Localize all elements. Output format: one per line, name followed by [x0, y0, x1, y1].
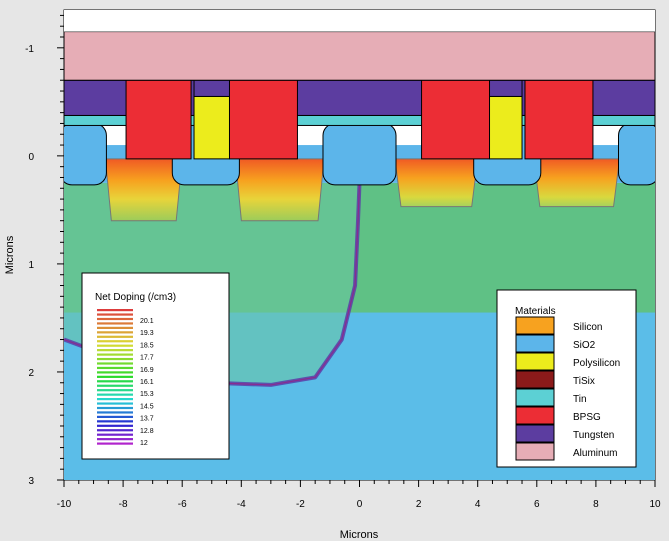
doping-scale-label: 12.8: [140, 428, 154, 435]
material-label-tungsten: Tungsten: [573, 430, 614, 441]
doping-scale-label: 20.1: [140, 318, 154, 325]
doping-scale-bar: [97, 357, 133, 361]
doping-scale-label: 15.3: [140, 391, 154, 398]
material-label-tin: Tin: [573, 394, 587, 405]
material-swatch-sio2: [515, 334, 555, 353]
doping-scale-bar: [97, 433, 133, 436]
doping-scale-bar: [97, 424, 133, 427]
doping-scale-bar: [97, 384, 133, 387]
doping-scale-bar: [97, 309, 133, 312]
material-label-silicon: Silicon: [573, 322, 602, 333]
doping-scale-bar: [97, 344, 133, 347]
material-swatch-tungsten: [515, 424, 555, 443]
doping-scale-bar: [97, 322, 133, 325]
polysilicon-gate-2: [489, 95, 523, 160]
doping-scale-bar: [97, 362, 133, 365]
material-swatch-tisix: [515, 370, 555, 389]
x-tick-label: -6: [178, 499, 187, 510]
doping-scale-bar: [97, 331, 133, 334]
doping-scale-bar: [97, 389, 133, 392]
doping-legend-title: Net Doping (/cm3): [95, 292, 176, 303]
x-tick-label: 4: [475, 499, 481, 510]
x-tick-label: 8: [593, 499, 599, 510]
material-swatch-silicon: [515, 316, 555, 335]
doping-cross-section-chart: -10 -8 -6 -4 -2 0 2 4 6 8 10-10123 Microns Microns…: [4, 9, 661, 541]
doped-well-2: [234, 158, 325, 222]
doping-scale-label: 12: [140, 440, 148, 447]
materials-legend-title: Materials: [515, 306, 556, 317]
material-label-bpsg: BPSG: [573, 412, 601, 423]
bpsg-block-2: [228, 79, 298, 160]
doping-scale-bar: [97, 313, 133, 316]
y-axis-label: Microns: [4, 235, 16, 274]
doping-scale-bar: [97, 349, 133, 352]
y-tick-label: 1: [28, 260, 34, 271]
doping-scale-bar: [97, 398, 133, 401]
doping-scale-bar: [97, 415, 133, 418]
gate-tungsten-cap-2: [489, 79, 523, 97]
oxide-cap-1: [64, 122, 107, 186]
doping-scale-label: 14.5: [140, 403, 154, 410]
x-tick-label: 2: [416, 499, 422, 510]
x-tick-label: -2: [296, 499, 305, 510]
x-tick-label: -10: [57, 499, 72, 510]
materials-legend: Materials Silicon SiO2 Polysilicon TiSix Tin…: [496, 289, 637, 468]
doping-scale-bar: [97, 380, 133, 383]
doping-scale-bar: [97, 317, 133, 321]
polysilicon-gate-1: [193, 95, 230, 160]
x-tick-label: -8: [119, 499, 128, 510]
doping-scale-bar: [97, 429, 133, 432]
doped-well-3: [394, 158, 479, 208]
doping-scale-bar: [97, 335, 133, 338]
doping-scale-bar: [97, 442, 133, 445]
x-axis-label: Microns: [340, 529, 379, 541]
doping-scale-bar: [97, 411, 133, 414]
doping-scale-label: 17.7: [140, 355, 154, 362]
doping-scale-bar: [97, 420, 133, 423]
material-label-sio2: SiO2: [573, 340, 596, 351]
x-tick-label: 10: [649, 499, 661, 510]
bpsg-block-4: [524, 79, 594, 160]
doped-well-1: [104, 158, 183, 222]
doping-scale-label: 19.3: [140, 330, 154, 337]
y-tick-label: -1: [25, 44, 34, 55]
top-background: [64, 10, 655, 32]
material-label-tisix: TiSix: [573, 376, 595, 387]
y-tick-label: 2: [28, 368, 34, 379]
material-swatch-polysilicon: [515, 352, 555, 371]
y-tick-label: 3: [28, 476, 34, 487]
material-label-aluminum: Aluminum: [573, 448, 617, 459]
material-swatch-bpsg: [515, 406, 555, 425]
doping-scale-bar: [97, 371, 133, 374]
doping-scale-bar: [97, 366, 133, 370]
doping-scale-bar: [97, 353, 133, 356]
material-swatch-tin: [515, 388, 555, 407]
gate-tungsten-cap-1: [193, 79, 230, 97]
doping-scale-label: 13.7: [140, 416, 154, 423]
material-label-polysilicon: Polysilicon: [573, 358, 620, 369]
oxide-cap-5: [617, 122, 655, 186]
bpsg-block-1: [125, 79, 192, 160]
material-swatch-aluminum: [515, 442, 555, 461]
y-tick-label: 0: [28, 152, 34, 163]
doped-well-4: [533, 158, 621, 208]
x-tick-label: 0: [357, 499, 363, 510]
doping-scale-label: 16.9: [140, 367, 154, 374]
doping-scale-label: 16.1: [140, 379, 154, 386]
bpsg-block-3: [421, 79, 491, 160]
doping-scale-bar: [97, 326, 133, 329]
doping-scale-label: 18.5: [140, 342, 154, 349]
oxide-cap-3: [322, 122, 397, 186]
doping-scale-bar: [97, 438, 133, 441]
doping-scale-bar: [97, 393, 133, 396]
doping-legend: Net Doping (/cm3) 20.1 19.3 18.5 17.7 16.9 16…: [81, 272, 230, 460]
doping-scale-bar: [97, 406, 133, 410]
aluminum-layer: [64, 31, 655, 81]
doping-scale-bar: [97, 375, 133, 378]
doping-scale-bar: [97, 402, 133, 405]
x-tick-label: -4: [237, 499, 246, 510]
x-tick-label: 6: [534, 499, 540, 510]
doping-scale-bar: [97, 340, 133, 343]
